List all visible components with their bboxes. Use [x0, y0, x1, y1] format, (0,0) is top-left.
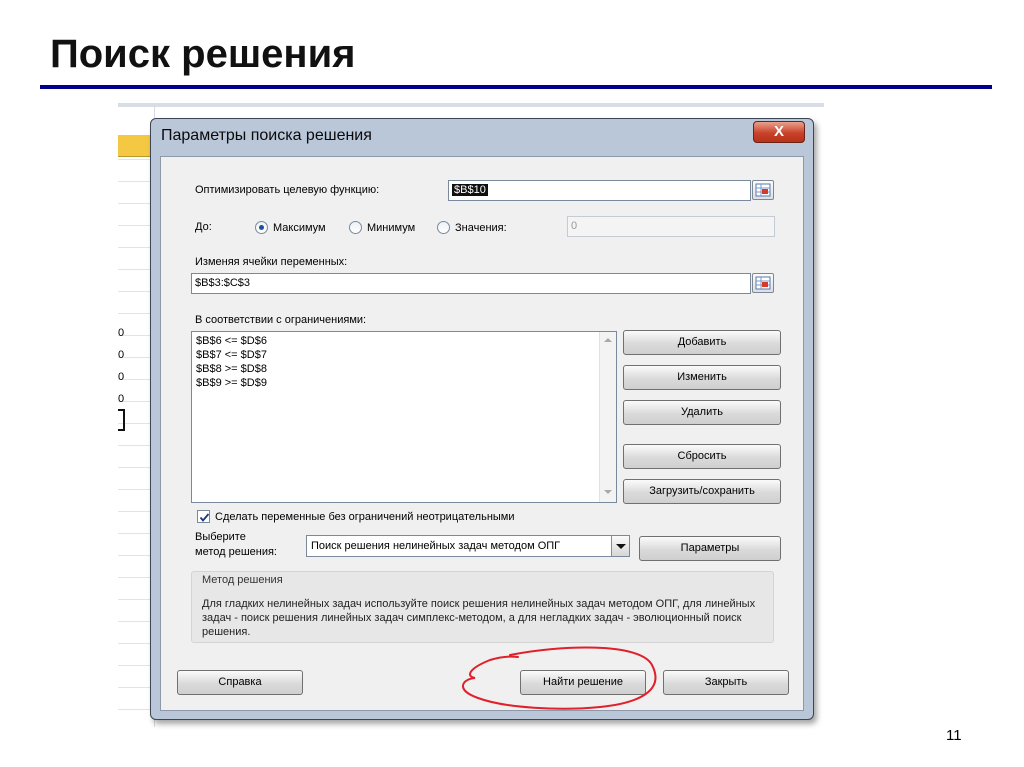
objective-label: Оптимизировать целевую функцию: — [195, 184, 380, 196]
sheet-cell-value: 0 — [118, 349, 125, 361]
objective-value: $B$10 — [452, 184, 488, 196]
constraint-item[interactable]: $B$8 >= $D$8 — [196, 363, 267, 375]
add-button[interactable]: Добавить — [623, 330, 781, 355]
method-select-value: Поиск решения нелинейных задач методом О… — [311, 540, 561, 552]
solver-dialog: Параметры поиска решения X Оптимизироват… — [150, 118, 814, 720]
radio-minimum-label: Минимум — [367, 222, 416, 234]
variables-collapse-icon[interactable] — [752, 273, 774, 293]
method-label: Выберите — [195, 531, 246, 543]
radio-value-label: Значения: — [455, 222, 507, 234]
options-button[interactable]: Параметры — [639, 536, 781, 561]
dialog-body: Оптимизировать целевую функцию: $B$10 До… — [160, 156, 804, 711]
help-button[interactable]: Справка — [177, 670, 303, 695]
sheet-cell-value: 0 — [118, 371, 125, 383]
objective-input[interactable]: $B$10 — [448, 180, 751, 201]
constraints-list[interactable]: $B$6 <= $D$6 $B$7 <= $D$7 $B$8 >= $D$8 $… — [191, 331, 617, 503]
constraint-item[interactable]: $B$7 <= $D$7 — [196, 349, 267, 361]
objective-collapse-icon[interactable] — [752, 180, 774, 200]
nonneg-checkbox-label: Сделать переменные без ограничений неотр… — [215, 511, 515, 523]
title-rule — [40, 85, 992, 89]
variables-label: Изменяя ячейки переменных: — [195, 256, 348, 268]
method-description: Для гладких нелинейных задач используйте… — [202, 598, 756, 638]
radio-value[interactable] — [437, 221, 450, 234]
close-icon-button[interactable]: X — [753, 121, 805, 143]
nonneg-checkbox[interactable] — [197, 510, 210, 523]
constraint-item[interactable]: $B$6 <= $D$6 — [196, 335, 267, 347]
sheet-active-cell-border — [118, 409, 125, 431]
constraints-label: В соответствии с ограничениями: — [195, 314, 367, 326]
variables-input[interactable]: $B$3:$C$3 — [191, 273, 751, 294]
method-select[interactable]: Поиск решения нелинейных задач методом О… — [306, 535, 630, 557]
sheet-cell-value: 0 — [118, 327, 125, 339]
dialog-title: Параметры поиска решения — [161, 127, 372, 144]
page-number: 11 — [946, 727, 962, 744]
close-button[interactable]: Закрыть — [663, 670, 789, 695]
method-description-group: Метод решения Для гладких нелинейных зад… — [191, 571, 774, 643]
constraint-item[interactable]: $B$9 >= $D$9 — [196, 377, 267, 389]
slide-title: Поиск решения — [50, 32, 356, 76]
radio-maximum[interactable] — [255, 221, 268, 234]
chevron-down-icon[interactable] — [611, 536, 629, 556]
sheet-cell-value: 0 — [118, 393, 125, 405]
radio-maximum-label: Максимум — [273, 222, 326, 234]
scroll-up-icon[interactable] — [604, 338, 612, 342]
radio-minimum[interactable] — [349, 221, 362, 234]
value-input[interactable]: 0 — [567, 216, 775, 237]
method-group-title: Метод решения — [202, 574, 283, 586]
scroll-down-icon[interactable] — [604, 490, 612, 494]
delete-button[interactable]: Удалить — [623, 400, 781, 425]
constraints-scrollbar[interactable] — [599, 332, 616, 502]
sheet-header-strip — [118, 103, 824, 107]
load-save-button[interactable]: Загрузить/сохранить — [623, 479, 781, 504]
to-label: До: — [195, 221, 212, 233]
change-button[interactable]: Изменить — [623, 365, 781, 390]
method-label-line2: метод решения: — [195, 546, 277, 558]
reset-button[interactable]: Сбросить — [623, 444, 781, 469]
solve-button[interactable]: Найти решение — [520, 670, 646, 695]
